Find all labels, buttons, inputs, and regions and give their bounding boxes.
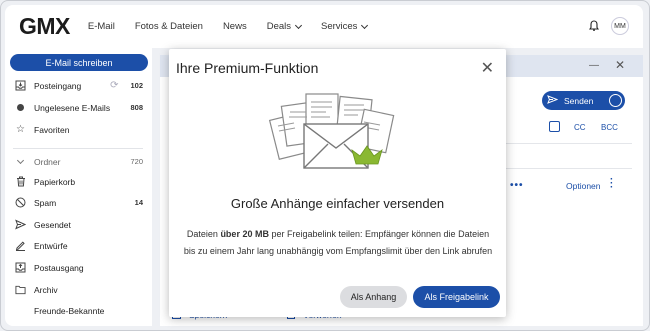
- nav-services[interactable]: Services: [321, 21, 369, 32]
- nav-deals-label: Deals: [266, 21, 291, 32]
- close-icon[interactable]: ✕: [615, 58, 625, 72]
- nav-fotos-label: Fotos & Dateien: [134, 21, 203, 32]
- sidebar-item-label: Gesendet: [34, 219, 71, 230]
- large-attachment-illustration: [268, 93, 395, 169]
- compose-button[interactable]: E-Mail schreiben: [10, 54, 148, 71]
- inbox-icon: [15, 80, 26, 91]
- unread-count: 808: [130, 103, 143, 112]
- nav-email-label: E-Mail: [87, 21, 115, 32]
- avatar[interactable]: MM: [611, 17, 629, 35]
- sent-icon: [15, 219, 26, 230]
- sidebar-item-label: Freunde-Bekannte: [34, 306, 105, 316]
- sidebar-item-archiv[interactable]: Archiv: [15, 284, 143, 295]
- gmx-logo[interactable]: GMX: [19, 13, 70, 40]
- premium-dialog: Ihre Premium-Funktion ✕ Große Anhänge ei…: [169, 49, 506, 317]
- pencil-icon: [15, 240, 26, 251]
- unread-count: 102: [130, 81, 143, 90]
- send-icon: [547, 95, 559, 106]
- desc-prefix: Dateien: [186, 229, 221, 239]
- bell-icon[interactable]: [589, 20, 599, 32]
- divider: [13, 148, 143, 149]
- schedule-icon[interactable]: [609, 94, 622, 107]
- sidebar-item-label: Entwürfe: [34, 240, 68, 251]
- sidebar-item-label: Postausgang: [34, 262, 84, 273]
- sidebar-item-entwuerfe[interactable]: Entwürfe: [15, 240, 143, 251]
- chevron-down-icon: [361, 21, 369, 29]
- sidebar-item-label: Ordner: [34, 156, 61, 167]
- sidebar-item-ordner[interactable]: Ordner 720: [15, 156, 143, 167]
- options-link[interactable]: Optionen: [566, 181, 601, 191]
- address-book-icon[interactable]: [549, 121, 560, 132]
- dialog-description: Dateien über 20 MB per Freigabelink teil…: [183, 226, 493, 260]
- desc-bold: über 20 MB: [220, 229, 269, 239]
- sidebar-item-postausgang[interactable]: Postausgang: [15, 262, 143, 273]
- top-bar: GMX E-Mail Fotos & Dateien News Deals Se…: [5, 5, 643, 48]
- outbox-icon: [15, 262, 26, 273]
- folder-count: 720: [130, 157, 143, 166]
- sidebar-item-spam[interactable]: Spam 14: [15, 197, 143, 208]
- sidebar-item-label: Favoriten: [34, 124, 70, 135]
- attach-as-file-button[interactable]: Als Anhang: [340, 286, 407, 308]
- sidebar-item-label: Ungelesene E-Mails: [34, 102, 111, 113]
- sidebar-item-favoriten[interactable]: ☆ Favoriten: [15, 124, 143, 135]
- chevron-down-icon: [294, 21, 303, 29]
- chevron-down-icon: [15, 156, 26, 167]
- sidebar-item-papierkorb[interactable]: Papierkorb: [15, 176, 143, 187]
- sidebar: E-Mail schreiben Posteingang ⟳ 102 Ungel…: [5, 48, 152, 326]
- star-icon: ☆: [16, 124, 25, 135]
- sidebar-item-freunde[interactable]: Freunde-Bekannte: [34, 306, 162, 316]
- refresh-icon[interactable]: ⟳: [110, 80, 118, 91]
- minimize-icon[interactable]: —: [589, 60, 599, 71]
- sidebar-item-label: Spam: [34, 197, 57, 208]
- cc-link[interactable]: CC: [574, 123, 586, 132]
- nav-fotos[interactable]: Fotos & Dateien: [135, 21, 203, 32]
- main-nav: E-Mail Fotos & Dateien News Deals Servic…: [88, 21, 388, 32]
- send-label: Senden: [564, 95, 594, 106]
- nav-news[interactable]: News: [223, 21, 247, 32]
- nav-email[interactable]: E-Mail: [88, 21, 115, 32]
- nav-news-label: News: [222, 21, 247, 32]
- spam-count: 14: [134, 198, 143, 207]
- nav-services-label: Services: [321, 21, 358, 32]
- close-icon[interactable]: ✕: [481, 58, 494, 78]
- folder-icon: [15, 284, 26, 295]
- more-vertical-icon[interactable]: · · ·: [610, 175, 614, 193]
- trash-icon: [15, 176, 26, 187]
- sidebar-item-posteingang[interactable]: Posteingang ⟳ 102: [15, 80, 143, 91]
- sidebar-item-label: Archiv: [34, 284, 58, 295]
- sidebar-item-label: Posteingang: [34, 80, 82, 91]
- sidebar-item-label: Papierkorb: [34, 176, 76, 187]
- spam-icon: [15, 197, 26, 208]
- sidebar-item-gesendet[interactable]: Gesendet: [15, 219, 143, 230]
- dialog-headline: Große Anhänge einfacher versenden: [230, 196, 445, 211]
- sidebar-item-ungelesene[interactable]: Ungelesene E-Mails 808: [15, 102, 143, 113]
- send-button[interactable]: Senden: [542, 91, 625, 110]
- more-horizontal-icon[interactable]: •••: [510, 180, 524, 191]
- unread-dot-icon: [15, 102, 26, 113]
- share-link-button[interactable]: Als Freigabelink: [413, 286, 500, 308]
- dialog-title: Ihre Premium-Funktion: [176, 60, 319, 76]
- bcc-link[interactable]: BCC: [601, 123, 618, 132]
- nav-deals[interactable]: Deals: [266, 21, 303, 32]
